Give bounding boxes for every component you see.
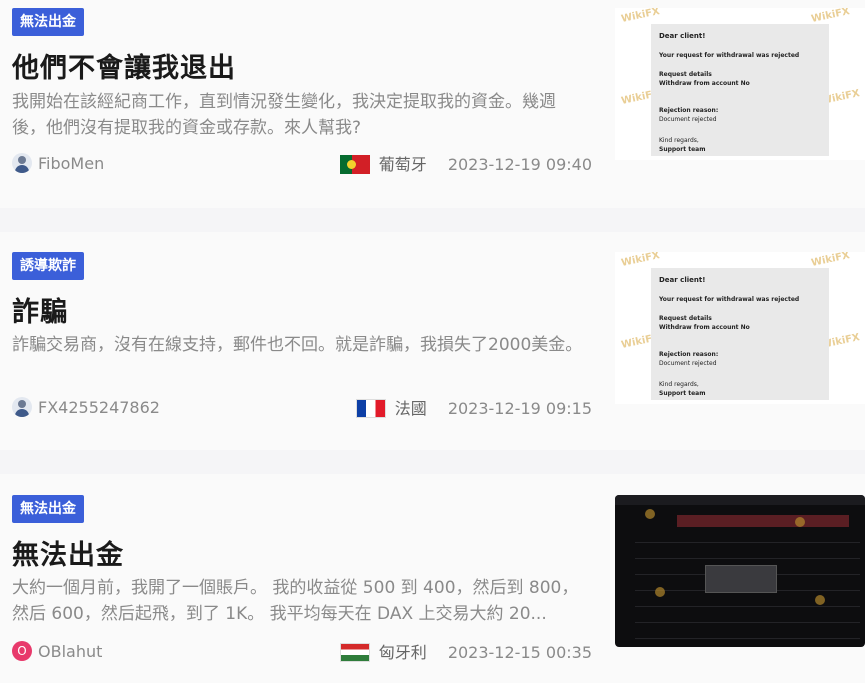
post-description: 詐騙交易商，沒有在線支持，郵件也不回。就是詐騙，我損失了2000美金。 <box>12 335 583 355</box>
country-name: 匈牙利 <box>378 642 427 662</box>
evidence-thumbnail[interactable] <box>615 495 865 647</box>
user-avatar-icon[interactable] <box>12 397 32 417</box>
reject-popup <box>705 565 777 593</box>
table-row <box>635 613 860 623</box>
hungary-flag-icon <box>339 643 370 662</box>
complaint-card[interactable]: 誘導欺詐 詐騙 詐騙交易商，沒有在線支持，郵件也不回。就是詐騙，我損失了2000… <box>0 232 865 450</box>
portugal-flag-icon <box>339 155 370 174</box>
post-title[interactable]: 他們不會讓我退出 <box>12 46 236 85</box>
country-name: 法國 <box>394 398 427 418</box>
user-avatar-icon[interactable] <box>12 153 32 173</box>
watermark-logo: WikiFX <box>620 8 661 25</box>
username[interactable]: OBlahut <box>38 641 102 663</box>
post-location-time: 法國 2023-12-19 09:15 <box>355 397 592 420</box>
post-timestamp: 2023-12-15 00:35 <box>447 642 592 662</box>
france-flag-icon <box>355 399 386 418</box>
rejection-email-image: Dear client! Your request for withdrawal… <box>651 24 829 156</box>
table-row <box>635 533 860 543</box>
post-meta: FX4255247862 法國 2023-12-19 09:15 <box>12 397 592 419</box>
complaint-card[interactable]: 無法出金 他們不會讓我退出 我開始在該經紀商工作，直到情況發生變化，我決定提取我… <box>0 0 865 208</box>
post-timestamp: 2023-12-19 09:40 <box>447 154 592 174</box>
watermark-logo-icon <box>655 587 665 597</box>
post-title[interactable]: 詐騙 <box>12 290 68 329</box>
watermark-logo-icon <box>815 595 825 605</box>
post-description: 我開始在該經紀商工作，直到情況發生變化，我決定提取我的資金。幾週後，他們沒有提取… <box>12 92 556 138</box>
watermark-logo-icon <box>645 509 655 519</box>
category-tag[interactable]: 無法出金 <box>12 8 84 36</box>
watermark-logo: WikiFX <box>810 8 851 25</box>
post-description: 大約一個月前，我開了一個賬戶。 我的收益從 500 到 400，然后到 800，… <box>12 578 579 624</box>
rejection-email-image: Dear client! Your request for withdrawal… <box>651 268 829 400</box>
watermark-logo: WikiFX <box>620 252 661 269</box>
table-row <box>635 629 860 639</box>
post-location-time: 葡萄牙 2023-12-19 09:40 <box>339 153 592 176</box>
username[interactable]: FX4255247862 <box>38 397 160 419</box>
evidence-thumbnail[interactable]: WikiFX WikiFX WikiFX WikiFX Dear client!… <box>615 8 865 160</box>
evidence-thumbnail[interactable]: WikiFX WikiFX WikiFX WikiFX Dear client!… <box>615 252 865 404</box>
post-meta: FiboMen 葡萄牙 2023-12-19 09:40 <box>12 153 592 175</box>
category-tag[interactable]: 無法出金 <box>12 495 84 523</box>
highlighted-row <box>677 515 849 527</box>
complaint-card[interactable]: 無法出金 無法出金 大約一個月前，我開了一個賬戶。 我的收益從 500 到 40… <box>0 474 865 683</box>
table-row <box>635 549 860 559</box>
category-tag[interactable]: 誘導欺詐 <box>12 252 84 280</box>
user-avatar-icon[interactable]: O <box>12 641 32 661</box>
watermark-logo-icon <box>795 517 805 527</box>
post-timestamp: 2023-12-19 09:15 <box>447 398 592 418</box>
country-name: 葡萄牙 <box>378 154 427 174</box>
post-meta: O OBlahut 匈牙利 2023-12-15 00:35 <box>12 641 592 663</box>
post-title[interactable]: 無法出金 <box>12 533 124 572</box>
watermark-logo: WikiFX <box>810 252 851 269</box>
app-header-bar <box>615 495 865 505</box>
username[interactable]: FiboMen <box>38 153 104 175</box>
table-row <box>635 597 860 607</box>
post-location-time: 匈牙利 2023-12-15 00:35 <box>339 641 592 664</box>
